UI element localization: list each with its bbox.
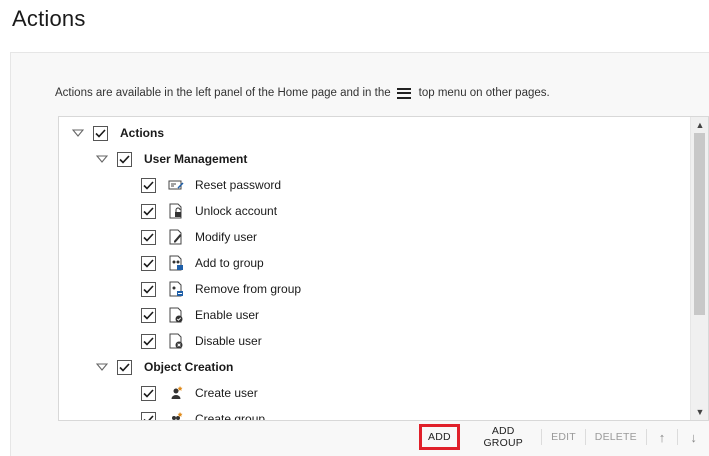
tree-toolbar: ADD ADD GROUP EDIT DELETE ↑ ↓	[419, 424, 709, 450]
delete-button[interactable]: DELETE	[586, 426, 646, 448]
tree-group-object-creation[interactable]: Object Creation	[95, 354, 233, 380]
checkbox-remove-from-group[interactable]	[141, 281, 156, 297]
remove-from-group-icon	[168, 281, 184, 297]
tree-group-user-management[interactable]: User Management	[95, 146, 247, 172]
actions-tree[interactable]: Actions User Management Reset password U…	[58, 116, 709, 421]
checkbox-user-management[interactable]	[117, 151, 132, 167]
create-group-icon	[168, 411, 184, 420]
info-text-before: Actions are available in the left panel …	[55, 87, 391, 99]
checkbox-modify-user[interactable]	[141, 229, 156, 245]
checkbox-reset-password[interactable]	[141, 177, 156, 193]
page-title: Actions	[12, 6, 86, 31]
scroll-down-icon[interactable]: ▼	[691, 404, 708, 420]
create-user-icon	[168, 385, 184, 401]
tree-item-label: Remove from group	[195, 282, 302, 296]
info-text: Actions are available in the left panel …	[55, 87, 550, 99]
tree-item-modify-user[interactable]: Modify user	[141, 224, 257, 250]
enable-user-icon	[168, 307, 184, 323]
tree-item-label: Modify user	[195, 230, 258, 244]
tree-item-enable-user[interactable]: Enable user	[141, 302, 259, 328]
checkbox-disable-user[interactable]	[141, 333, 156, 349]
scroll-up-icon[interactable]: ▲	[691, 117, 708, 133]
add-button[interactable]: ADD	[419, 424, 460, 450]
actions-panel: Actions are available in the left panel …	[10, 52, 709, 456]
info-text-after: top menu on other pages.	[418, 87, 550, 99]
checkbox-enable-user[interactable]	[141, 307, 156, 323]
checkbox-actions[interactable]	[93, 125, 108, 141]
tree-item-label: Create user	[195, 386, 258, 400]
checkbox-create-group[interactable]	[141, 411, 156, 420]
tree-item-label: Add to group	[195, 256, 264, 270]
tree-node-actions[interactable]: Actions	[71, 120, 164, 146]
tree-item-create-group[interactable]: Create group	[141, 406, 266, 421]
tree-node-label: Object Creation	[144, 360, 234, 374]
reset-password-icon	[168, 177, 184, 193]
unlock-account-icon	[168, 203, 184, 219]
tree-item-label: Enable user	[195, 308, 260, 322]
tree-item-label: Disable user	[195, 334, 262, 348]
checkbox-create-user[interactable]	[141, 385, 156, 401]
tree-scrollbar[interactable]: ▲ ▼	[690, 117, 708, 420]
checkbox-unlock-account[interactable]	[141, 203, 156, 219]
move-down-icon[interactable]: ↓	[678, 426, 709, 448]
checkbox-object-creation[interactable]	[117, 359, 132, 375]
tree-item-create-user[interactable]: Create user	[141, 380, 258, 406]
tree-node-label: User Management	[144, 152, 248, 166]
tree-node-label: Actions	[120, 126, 165, 140]
add-to-group-icon	[168, 255, 184, 271]
disable-user-icon	[168, 333, 184, 349]
tree-item-label: Reset password	[195, 178, 282, 192]
tree-item-remove-from-group[interactable]: Remove from group	[141, 276, 301, 302]
expand-toggle-icon[interactable]	[95, 360, 109, 374]
tree-item-label: Create group	[195, 412, 266, 421]
checkbox-add-to-group[interactable]	[141, 255, 156, 271]
modify-user-icon	[168, 229, 184, 245]
edit-button[interactable]: EDIT	[542, 426, 585, 448]
add-group-button[interactable]: ADD GROUP	[465, 425, 541, 449]
hamburger-menu-icon	[396, 87, 411, 99]
move-up-icon[interactable]: ↑	[647, 426, 678, 448]
expand-toggle-icon[interactable]	[71, 126, 85, 140]
tree-item-unlock-account[interactable]: Unlock account	[141, 198, 277, 224]
tree-item-add-to-group[interactable]: Add to group	[141, 250, 264, 276]
tree-item-label: Unlock account	[195, 204, 278, 218]
tree-item-reset-password[interactable]: Reset password	[141, 172, 281, 198]
tree-item-disable-user[interactable]: Disable user	[141, 328, 262, 354]
expand-toggle-icon[interactable]	[95, 152, 109, 166]
scrollbar-thumb[interactable]	[694, 133, 705, 315]
